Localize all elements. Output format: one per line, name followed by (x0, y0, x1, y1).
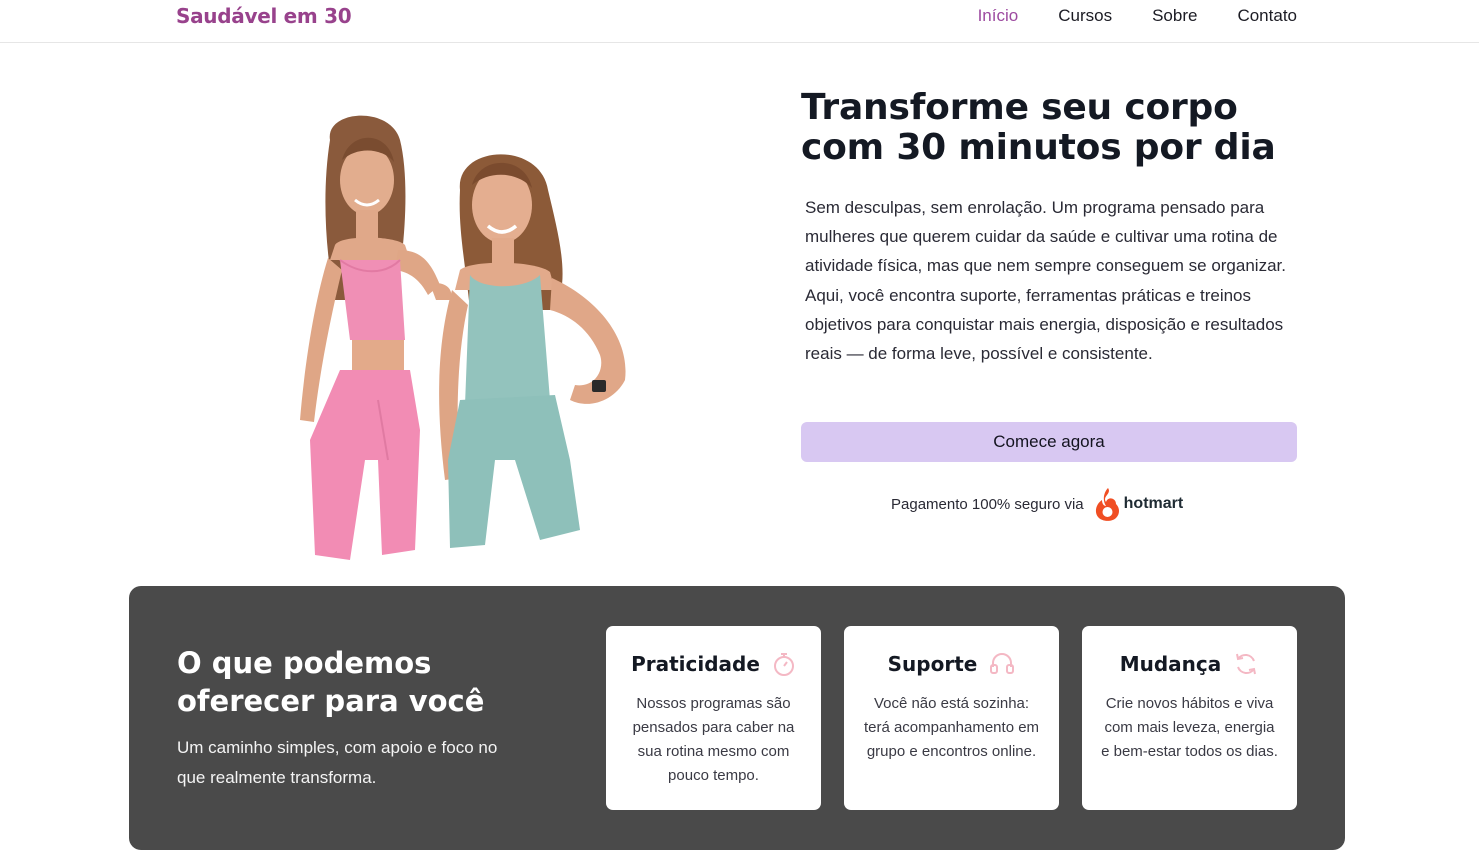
hero-title: Transforme seu corpo com 30 minutos por … (801, 87, 1276, 168)
main-nav: Início Cursos Sobre Contato (938, 6, 1297, 26)
card-mudanca: Mudança Crie novos hábitos e viva com ma… (1082, 626, 1297, 810)
nav-item-inicio[interactable]: Início (978, 6, 1019, 26)
hero-paragraph-1: Sem desculpas, sem enrolação. Um program… (805, 198, 1286, 276)
secure-payment-note: Pagamento 100% seguro via hotmart (891, 486, 1183, 522)
offer-subtitle: Um caminho simples, com apoio e foco no … (177, 738, 498, 787)
hero-paragraph-2: Aqui, você encontra suporte, ferramentas… (805, 285, 1284, 364)
card-title: Mudança (1119, 652, 1222, 676)
hero-description: Sem desculpas, sem enrolação. Um program… (805, 193, 1305, 368)
card-suporte: Suporte Você não está sozinha: terá acom… (844, 626, 1059, 810)
hotmart-wordmark: hotmart (1123, 495, 1184, 512)
hotmart-flame-icon (1095, 488, 1119, 521)
card-praticidade: Praticidade Nossos programas são pensado… (606, 626, 821, 810)
nav-item-sobre[interactable]: Sobre (1152, 6, 1197, 26)
offer-section: O que podemos oferecer para você Um cami… (129, 586, 1345, 850)
offer-title: O que podemos oferecer para você (177, 646, 485, 718)
hero-image (300, 115, 626, 560)
start-now-button[interactable]: Comece agora (801, 422, 1297, 462)
site-header: Saudável em 30 Início Cursos Sobre Conta… (0, 0, 1479, 43)
headset-icon (989, 651, 1015, 677)
refresh-icon (1233, 651, 1259, 677)
woman-teal-figure (439, 154, 626, 548)
secure-payment-text: Pagamento 100% seguro via (891, 495, 1084, 513)
brand-logo[interactable]: Saudável em 30 (176, 4, 352, 28)
card-text: Nossos programas são pensados para caber… (632, 695, 795, 784)
hotmart-logo: hotmart (1094, 486, 1184, 522)
card-title: Praticidade (631, 652, 760, 676)
card-title: Suporte (887, 652, 978, 676)
card-text: Crie novos hábitos e viva com mais levez… (1101, 695, 1278, 760)
nav-item-cursos[interactable]: Cursos (1058, 6, 1112, 26)
stopwatch-icon (772, 651, 796, 677)
nav-item-contato[interactable]: Contato (1237, 6, 1297, 26)
card-text: Você não está sozinha: terá acompanhamen… (863, 695, 1040, 760)
woman-pink-figure (300, 115, 440, 560)
